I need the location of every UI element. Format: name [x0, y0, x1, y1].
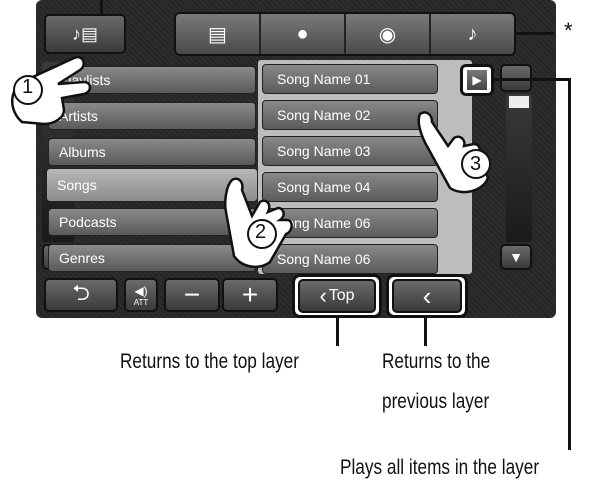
tab-song[interactable]: ♪: [431, 14, 514, 54]
category-albums[interactable]: Albums: [48, 138, 256, 166]
annotation-previous-line1: Returns to the: [382, 350, 491, 373]
scroll-down-button-right[interactable]: ▼: [500, 244, 532, 270]
category-tabs: ▤ ● ◉ ♪: [174, 12, 516, 56]
top-label: Top: [328, 287, 355, 304]
leader-line-top: [336, 316, 339, 346]
back-button[interactable]: ⮌: [44, 278, 118, 312]
leader-line-play-all-vertical: [568, 78, 571, 450]
leader-line-play-all: [494, 78, 570, 81]
chevron-left-icon: ‹: [319, 283, 327, 308]
asterisk-note: *: [564, 18, 573, 43]
music-list-icon: ♪▤: [71, 23, 98, 44]
list-icon: ▤: [208, 23, 227, 46]
music-list-button[interactable]: ♪▤: [44, 14, 126, 54]
volume-down-button[interactable]: −: [164, 278, 220, 312]
annotation-play-all: Plays all items in the layer: [340, 456, 540, 479]
annotation-top-layer: Returns to the top layer: [120, 350, 300, 373]
tab-list[interactable]: ▤: [176, 14, 261, 54]
annotation-previous-line2: previous layer: [382, 390, 490, 413]
leader-line-source: [100, 0, 103, 16]
step-number-3: 3: [470, 153, 482, 175]
step-number-1: 1: [22, 76, 34, 98]
leader-line-previous: [424, 316, 427, 346]
song-item[interactable]: Song Name 01: [262, 64, 438, 94]
hand-pointer-icon: [11, 55, 92, 126]
att-button[interactable]: ◀) ATT: [124, 278, 158, 312]
return-arrow-icon: ⮌: [72, 280, 90, 305]
previous-button[interactable]: ‹: [392, 279, 462, 313]
speaker-icon: ◀): [134, 283, 148, 298]
chevron-left-icon: ‹: [422, 280, 432, 311]
hand-pointer-icon: [417, 111, 491, 194]
tab-album[interactable]: ◉: [346, 14, 431, 54]
play-all-button[interactable]: ▶: [460, 64, 494, 96]
play-icon: ▶: [467, 70, 487, 90]
att-label: ATT: [133, 297, 149, 307]
plus-icon: +: [241, 279, 259, 310]
step-number-2: 2: [255, 221, 267, 243]
music-note-icon: ♪: [467, 22, 478, 45]
scroll-thumb[interactable]: [509, 96, 529, 108]
top-button[interactable]: ‹ Top: [298, 279, 376, 313]
artist-icon: ●: [296, 22, 309, 45]
minus-icon: −: [183, 279, 201, 310]
volume-up-button[interactable]: +: [222, 278, 278, 312]
album-icon: ◉: [378, 23, 397, 46]
tab-artist[interactable]: ●: [261, 14, 346, 54]
